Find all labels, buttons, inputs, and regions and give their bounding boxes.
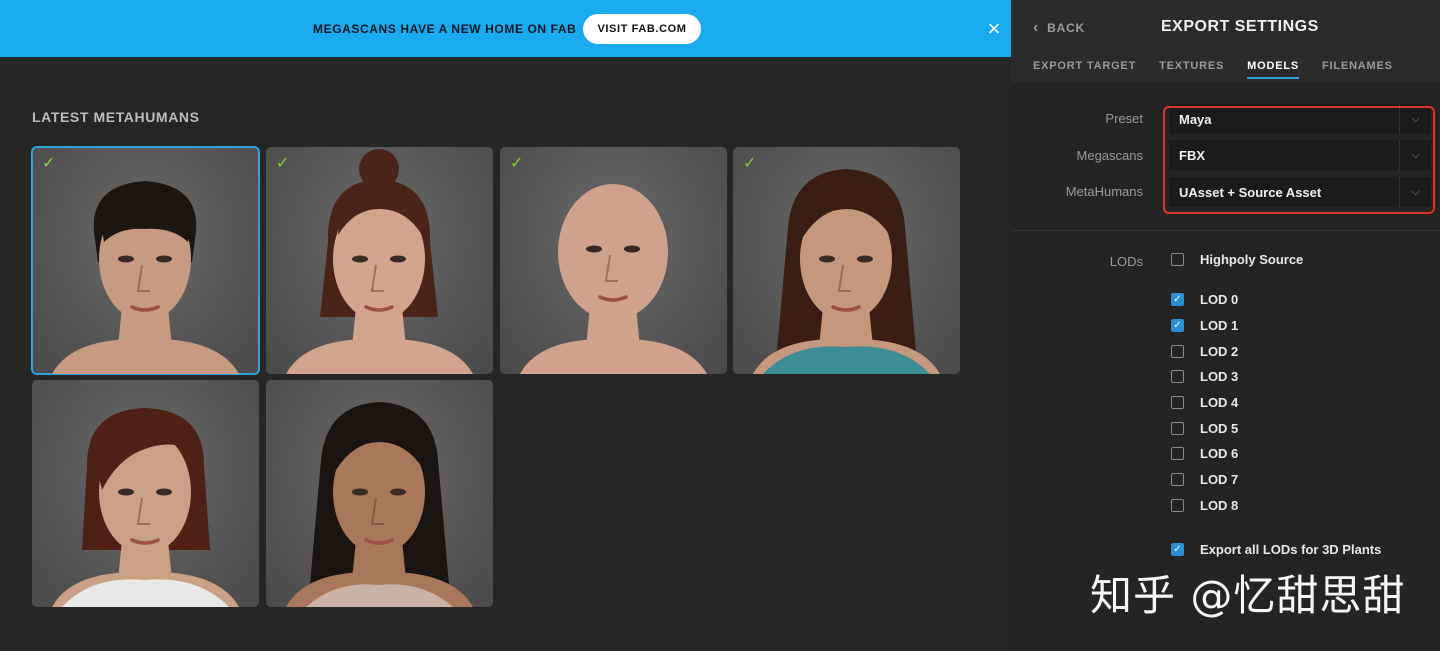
lod-checkbox-row[interactable]: LOD 4: [1171, 395, 1238, 410]
checkbox[interactable]: [1171, 319, 1184, 332]
check-icon: ✓: [276, 155, 290, 172]
checkbox[interactable]: [1171, 499, 1184, 512]
checkbox-label: LOD 5: [1200, 421, 1239, 436]
metahuman-card[interactable]: ✓: [733, 147, 960, 374]
checkbox-label: Highpoly Source: [1200, 252, 1304, 267]
portrait-illustration: [753, 169, 940, 374]
checkbox-label: LOD 1: [1200, 318, 1239, 333]
lod-checkbox-row[interactable]: LOD 8: [1171, 498, 1238, 513]
checkbox[interactable]: [1171, 253, 1184, 266]
back-label: BACK: [1047, 21, 1086, 35]
metahuman-card[interactable]: [266, 380, 493, 607]
checkbox[interactable]: [1171, 345, 1184, 358]
checkbox[interactable]: [1171, 447, 1184, 460]
checkbox[interactable]: [1171, 422, 1184, 435]
lod-checkbox-row[interactable]: LOD 6: [1171, 446, 1238, 461]
lod-checkbox-row[interactable]: LOD 0: [1171, 292, 1238, 307]
back-button[interactable]: ‹ BACK: [1033, 19, 1085, 37]
check-icon: ✓: [743, 155, 757, 172]
metahuman-card[interactable]: ✓: [266, 147, 493, 374]
megascans-label: Megascans: [1076, 148, 1143, 163]
checkbox[interactable]: [1171, 396, 1184, 409]
portrait-illustration: [286, 149, 473, 374]
checkbox-label: LOD 7: [1200, 472, 1239, 487]
checkbox[interactable]: [1171, 370, 1184, 383]
checkbox-label: LOD 8: [1200, 498, 1239, 513]
lod-checkbox-row[interactable]: LOD 7: [1171, 472, 1238, 487]
lods-label: LODs: [1109, 254, 1143, 269]
checkbox[interactable]: [1171, 473, 1184, 486]
lod-checkbox-row[interactable]: Highpoly Source: [1171, 252, 1303, 267]
tab-filenames[interactable]: FILENAMES: [1322, 60, 1393, 77]
tab-export-target[interactable]: EXPORT TARGET: [1033, 60, 1136, 77]
visit-fab-button[interactable]: VISIT FAB.COM: [583, 14, 701, 44]
banner-text: MEGASCANS HAVE A NEW HOME ON FAB: [313, 22, 577, 36]
portrait-illustration: [520, 184, 707, 374]
chevron-left-icon: ‹: [1033, 19, 1040, 36]
export-settings-panel: ‹ BACK EXPORT SETTINGS EXPORT TARGET TEX…: [1011, 0, 1440, 651]
checkbox-label: Export all LODs for 3D Plants: [1200, 542, 1382, 557]
metahuman-card[interactable]: ✓: [31, 146, 260, 375]
portrait-illustration: [52, 181, 239, 374]
metahumans-label: MetaHumans: [1065, 184, 1143, 199]
check-icon: ✓: [42, 155, 56, 172]
announcement-banner: MEGASCANS HAVE A NEW HOME ON FAB VISIT F…: [0, 0, 1011, 57]
preset-label: Preset: [1105, 111, 1143, 126]
panel-header: ‹ BACK EXPORT SETTINGS EXPORT TARGET TEX…: [1011, 0, 1440, 82]
checkbox[interactable]: [1171, 293, 1184, 306]
metahuman-card[interactable]: [32, 380, 259, 607]
checkbox-label: LOD 3: [1200, 369, 1239, 384]
checkbox-label: LOD 6: [1200, 446, 1239, 461]
highlight-box: [1163, 106, 1435, 214]
divider: [1011, 230, 1440, 231]
lod-checkbox-row[interactable]: Export all LODs for 3D Plants: [1171, 542, 1381, 557]
checkbox-label: LOD 2: [1200, 344, 1239, 359]
watermark: 知乎 @忆甜思甜: [1090, 571, 1406, 620]
panel-title: EXPORT SETTINGS: [1161, 18, 1319, 35]
section-title: LATEST METAHUMANS: [32, 109, 200, 125]
lod-checkbox-row[interactable]: LOD 3: [1171, 369, 1238, 384]
close-icon[interactable]: ×: [984, 18, 1004, 40]
lod-checkbox-row[interactable]: LOD 5: [1171, 421, 1238, 436]
metahumans-gallery: LATEST METAHUMANS ✓ ✓ ✓ ✓: [0, 57, 1011, 651]
checkbox-label: LOD 4: [1200, 395, 1239, 410]
check-icon: ✓: [510, 155, 524, 172]
lod-checkbox-row[interactable]: LOD 2: [1171, 344, 1238, 359]
settings-tabs: EXPORT TARGET TEXTURES MODELS FILENAMES: [1033, 60, 1416, 79]
tab-models[interactable]: MODELS: [1247, 60, 1299, 79]
portrait-illustration: [52, 408, 239, 607]
portrait-illustration: [286, 402, 473, 607]
checkbox[interactable]: [1171, 543, 1184, 556]
tab-textures[interactable]: TEXTURES: [1159, 60, 1224, 77]
checkbox-label: LOD 0: [1200, 292, 1239, 307]
lod-checkbox-row[interactable]: LOD 1: [1171, 318, 1238, 333]
metahuman-card[interactable]: ✓: [500, 147, 727, 374]
